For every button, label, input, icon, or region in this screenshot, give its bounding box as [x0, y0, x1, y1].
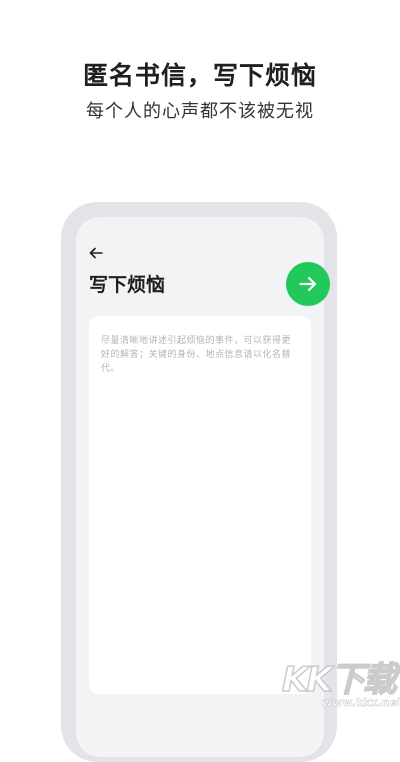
promo-headline: 匿名书信，写下烦恼 — [82, 61, 317, 90]
watermark-logo: KK下载 — [281, 659, 397, 701]
screen-title: 写下烦恼 — [89, 274, 166, 296]
watermark-url: www.kkx.net — [322, 696, 400, 709]
arrow-right-icon — [299, 276, 317, 292]
watermark: KK下载 www.kkx.net — [281, 652, 400, 711]
next-button[interactable] — [286, 262, 330, 306]
back-button[interactable] — [86, 243, 106, 263]
promo-subheadline: 每个人的心声都不该被无视 — [86, 101, 314, 122]
arrow-left-icon — [89, 247, 103, 259]
trouble-text-input[interactable] — [89, 316, 311, 694]
